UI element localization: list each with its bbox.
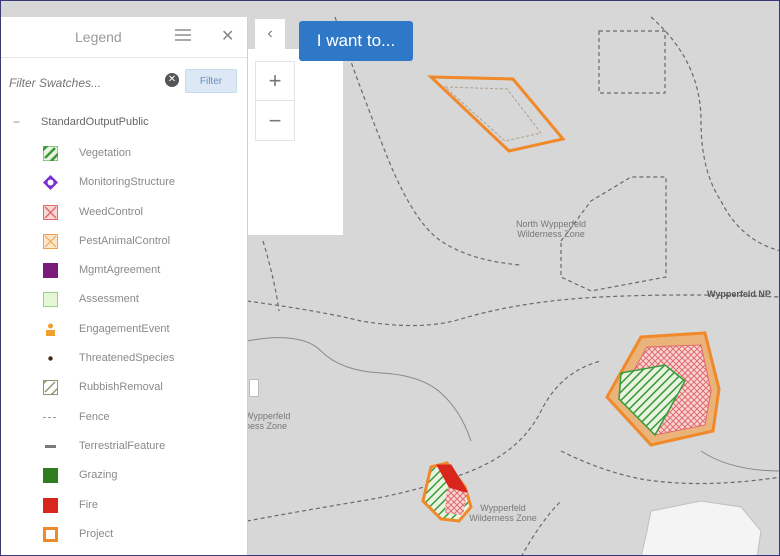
legend-group-header[interactable]: − StandardOutputPublic [1, 113, 247, 133]
legend-item-label: Project [79, 527, 114, 540]
map-label-line-2: Wilderness Zone [517, 229, 585, 239]
grazing-swatch-icon [43, 468, 58, 484]
menu-icon[interactable] [175, 29, 191, 43]
project-swatch-icon [43, 526, 58, 542]
fence-line-icon [43, 416, 58, 418]
legend-item-grazing[interactable]: Grazing [1, 461, 247, 490]
legend-item-label: PestAnimalControl [79, 234, 171, 247]
legend-item-label: TerrestrialFeature [79, 439, 166, 452]
zoom-control: + − [255, 61, 295, 141]
legend-item-label: MonitoringStructure [79, 176, 175, 189]
legend-item-label: EngagementEvent [79, 322, 170, 335]
weed-control-swatch-icon [43, 204, 58, 220]
map-label-south-zone: Wypperfeld Wilderness Zone [465, 503, 541, 523]
close-icon[interactable]: ✕ [221, 26, 234, 46]
i-want-to-button[interactable]: I want to... [299, 21, 413, 61]
legend-item-rubbish-removal[interactable]: RubbishRemoval [1, 373, 247, 402]
legend-item-label: WeedControl [79, 205, 143, 218]
engagement-event-icon [46, 323, 55, 336]
map-label-line-1: Wypperfeld [480, 503, 526, 513]
legend-item-monitoring-structure[interactable]: MonitoringStructure [1, 168, 247, 197]
chevron-left-icon: ‹ [267, 25, 273, 42]
pest-animal-control-swatch-icon [43, 233, 58, 249]
zoom-out-button[interactable]: − [256, 102, 294, 140]
map-label-line-2: ness Zone [245, 421, 288, 431]
vegetation-swatch-icon [43, 146, 58, 161]
legend-item-threatened-species[interactable]: ThreatenedSpecies [1, 344, 247, 373]
legend-item-fence[interactable]: Fence [1, 403, 247, 432]
legend-item-label: Assessment [79, 293, 139, 306]
collapse-group-icon[interactable]: − [13, 115, 20, 129]
fire-swatch-icon [43, 497, 58, 513]
filter-button[interactable]: Filter [185, 69, 237, 93]
map-label-line-2: Wilderness Zone [469, 513, 537, 523]
terrestrial-feature-icon [45, 444, 56, 448]
zoom-in-button[interactable]: + [256, 62, 294, 101]
filter-row: ✕ Filter [1, 69, 247, 99]
legend-group-label: StandardOutputPublic [41, 116, 149, 128]
assessment-swatch-icon [43, 292, 58, 308]
legend-item-fire[interactable]: Fire [1, 491, 247, 520]
legend-item-terrestrial-feature[interactable]: TerrestrialFeature [1, 432, 247, 461]
legend-panel: Legend ✕ ✕ Filter − StandardOutputPublic… [1, 17, 248, 555]
filter-swatches-input[interactable] [7, 71, 159, 95]
monitoring-structure-icon [43, 175, 58, 191]
legend-item-assessment[interactable]: Assessment [1, 285, 247, 314]
map-label-north-wilderness: North Wypperfeld Wilderness Zone [511, 219, 591, 239]
legend-item-project[interactable]: Project [1, 520, 247, 549]
resize-handle[interactable] [249, 379, 259, 397]
legend-item-mgmt-agreement[interactable]: MgmtAgreement [1, 256, 247, 285]
map-label-line-1: Wypperfeld [245, 411, 291, 421]
legend-header: Legend ✕ [1, 17, 247, 58]
legend-item-weed-control[interactable]: WeedControl [1, 198, 247, 227]
collapse-legend-button[interactable]: ‹ [255, 19, 285, 49]
map-label-line-1: North Wypperfeld [516, 219, 586, 229]
legend-item-label: MgmtAgreement [79, 264, 161, 277]
legend-item-label: ThreatenedSpecies [79, 352, 175, 365]
map-label-west-zone: Wypperfeld ness Zone [245, 411, 305, 431]
legend-item-label: Vegetation [79, 147, 131, 159]
legend-items: Vegetation MonitoringStructure WeedContr… [1, 139, 247, 549]
map-label-wypperfeld-np: Wypperfeld NP [707, 289, 771, 299]
legend-title: Legend [75, 29, 122, 45]
app-window: North Wypperfeld Wilderness Zone Wypperf… [0, 0, 780, 556]
legend-item-vegetation[interactable]: Vegetation [1, 139, 247, 168]
legend-item-label: Fire [79, 498, 98, 511]
legend-item-label: RubbishRemoval [79, 381, 163, 394]
mgmt-agreement-swatch-icon [43, 263, 58, 279]
legend-item-engagement-event[interactable]: EngagementEvent [1, 315, 247, 344]
rubbish-removal-swatch-icon [43, 380, 58, 396]
legend-item-pest-animal-control[interactable]: PestAnimalControl [1, 227, 247, 256]
legend-item-label: Grazing [79, 469, 118, 482]
legend-item-label: Fence [79, 410, 110, 423]
clear-filter-icon[interactable]: ✕ [165, 73, 179, 87]
threatened-species-icon [48, 356, 53, 361]
